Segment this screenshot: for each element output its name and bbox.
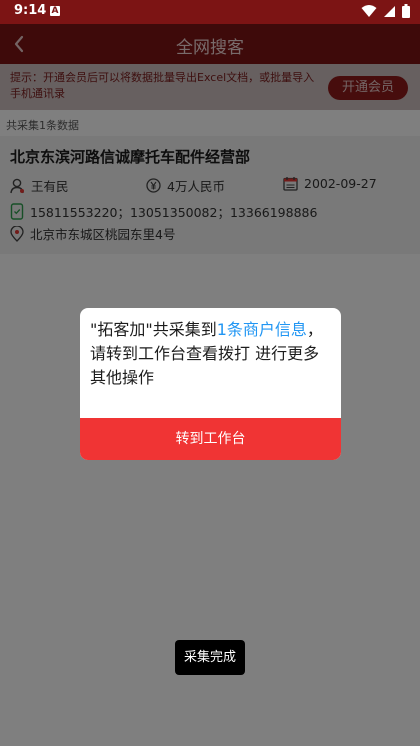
status-bar: 9:14 A	[0, 0, 420, 24]
wifi-icon	[361, 5, 377, 17]
notification-a-icon: A	[50, 6, 60, 16]
go-to-workbench-button[interactable]: 转到工作台	[80, 418, 341, 460]
dialog-text-prefix: "拓客加"共采集到	[90, 320, 217, 339]
collect-result-dialog: "拓客加"共采集到1条商户信息，请转到工作台查看拨打 进行更多其他操作 转到工作…	[80, 308, 341, 460]
signal-icon	[384, 5, 395, 17]
toast-message: 采集完成	[175, 640, 245, 675]
merchant-info-link[interactable]: 1条商户信息	[217, 320, 307, 339]
dialog-message: "拓客加"共采集到1条商户信息，请转到工作台查看拨打 进行更多其他操作	[90, 318, 334, 390]
status-time: 9:14	[14, 3, 47, 18]
battery-icon	[402, 4, 410, 18]
status-icons	[361, 4, 410, 18]
